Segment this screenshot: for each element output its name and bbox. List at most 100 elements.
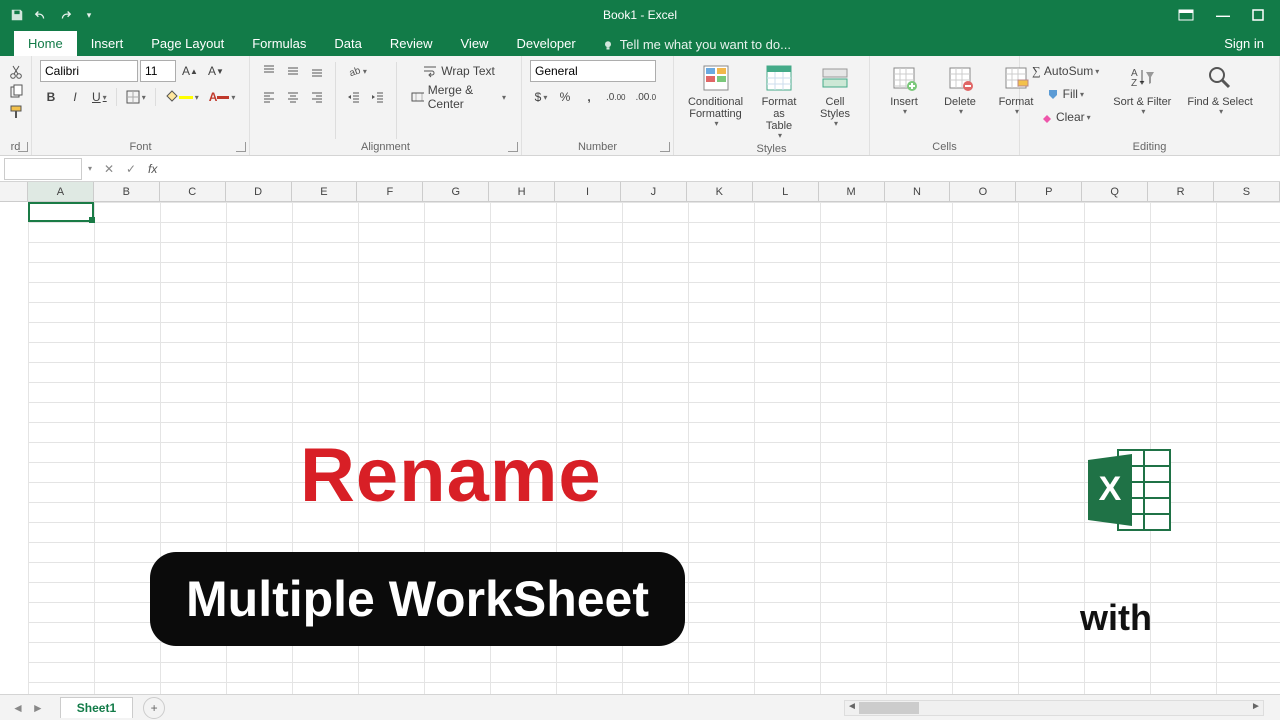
number-launcher-icon[interactable] (660, 142, 670, 152)
font-size-combo[interactable] (140, 60, 176, 82)
merge-center-button[interactable]: Merge & Center▾ (404, 86, 513, 108)
sign-in[interactable]: Sign in (1208, 31, 1280, 56)
format-as-table-button[interactable]: Format as Table▾ (753, 60, 805, 143)
col-header-B[interactable]: B (94, 182, 160, 201)
select-all-corner[interactable] (0, 182, 28, 201)
grow-font-icon[interactable]: A▲ (178, 60, 202, 82)
clear-button[interactable]: Clear▾ (1028, 106, 1103, 128)
new-sheet-button[interactable]: + (143, 697, 165, 719)
save-icon[interactable] (10, 8, 24, 22)
col-header-Q[interactable]: Q (1082, 182, 1148, 201)
copy-icon[interactable] (8, 84, 32, 100)
align-center-icon[interactable] (282, 86, 304, 108)
sheet-nav-prev-icon[interactable]: ◄ (12, 701, 24, 715)
name-box-dropdown-icon[interactable]: ▾ (88, 164, 92, 173)
tab-page-layout[interactable]: Page Layout (137, 31, 238, 56)
scroll-right-icon[interactable]: ► (1249, 701, 1263, 715)
col-header-M[interactable]: M (819, 182, 885, 201)
italic-button[interactable]: I (64, 86, 86, 108)
cell-styles-icon (819, 62, 851, 94)
align-right-icon[interactable] (306, 86, 328, 108)
maximize-icon[interactable] (1252, 9, 1264, 21)
insert-button[interactable]: Insert▾ (878, 60, 930, 119)
delete-button[interactable]: Delete▾ (934, 60, 986, 119)
number-format-combo[interactable] (530, 60, 656, 82)
decrease-decimal-icon[interactable]: .00.0 (631, 86, 660, 108)
wrap-text-button[interactable]: Wrap Text (404, 60, 513, 82)
col-header-I[interactable]: I (555, 182, 621, 201)
formula-input[interactable] (163, 158, 1280, 180)
col-header-L[interactable]: L (753, 182, 819, 201)
increase-decimal-icon[interactable]: .0.00 (602, 86, 629, 108)
fill-color-icon[interactable]: ▾ (161, 86, 203, 108)
alignment-launcher-icon[interactable] (508, 142, 518, 152)
increase-indent-icon[interactable] (367, 86, 389, 108)
accounting-icon[interactable]: $▾ (530, 86, 552, 108)
sheet-nav-next-icon[interactable]: ► (32, 701, 44, 715)
conditional-formatting-button[interactable]: Conditional Formatting▾ (682, 60, 749, 131)
scrollbar-thumb[interactable] (859, 702, 919, 714)
borders-icon[interactable]: ▾ (122, 86, 150, 108)
cells-area[interactable] (28, 202, 1280, 694)
cancel-formula-icon[interactable]: ✕ (98, 158, 120, 180)
col-header-H[interactable]: H (489, 182, 555, 201)
tab-insert[interactable]: Insert (77, 31, 138, 56)
percent-icon[interactable]: % (554, 86, 576, 108)
col-header-G[interactable]: G (423, 182, 489, 201)
col-header-S[interactable]: S (1214, 182, 1280, 201)
align-top-icon[interactable] (258, 60, 280, 82)
shrink-font-icon[interactable]: A▼ (204, 60, 228, 82)
font-name-combo[interactable] (40, 60, 138, 82)
autosum-button[interactable]: ∑ AutoSum▾ (1028, 60, 1103, 82)
comma-icon[interactable]: , (578, 86, 600, 108)
col-header-A[interactable]: A (28, 182, 94, 201)
format-painter-icon[interactable] (8, 104, 32, 120)
ribbon-options-icon[interactable] (1178, 9, 1194, 21)
cut-icon[interactable] (8, 64, 32, 80)
sheet-tab-sheet1[interactable]: Sheet1 (60, 697, 133, 718)
tab-formulas[interactable]: Formulas (238, 31, 320, 56)
find-select-button[interactable]: Find & Select▾ (1181, 60, 1258, 119)
name-box[interactable] (4, 158, 82, 180)
minimize-icon[interactable]: — (1216, 7, 1230, 23)
fx-icon[interactable]: fx (148, 162, 157, 176)
tell-me[interactable]: Tell me what you want to do... (602, 37, 791, 56)
clipboard-launcher-icon[interactable] (18, 142, 28, 152)
cell-styles-button[interactable]: Cell Styles▾ (809, 60, 861, 131)
col-header-J[interactable]: J (621, 182, 687, 201)
font-launcher-icon[interactable] (236, 142, 246, 152)
tab-view[interactable]: View (447, 31, 503, 56)
col-header-F[interactable]: F (357, 182, 423, 201)
insert-cells-icon (888, 62, 920, 94)
enter-formula-icon[interactable]: ✓ (120, 158, 142, 180)
tab-review[interactable]: Review (376, 31, 447, 56)
align-middle-icon[interactable] (282, 60, 304, 82)
bold-button[interactable]: B (40, 86, 62, 108)
ribbon-tabs: Home Insert Page Layout Formulas Data Re… (0, 30, 1280, 56)
align-bottom-icon[interactable] (306, 60, 328, 82)
tab-data[interactable]: Data (320, 31, 375, 56)
col-header-D[interactable]: D (226, 182, 292, 201)
group-label-alignment: Alignment (258, 141, 513, 153)
scroll-left-icon[interactable]: ◄ (845, 701, 859, 715)
redo-icon[interactable] (58, 8, 72, 22)
horizontal-scrollbar[interactable]: ◄ ► (844, 700, 1264, 716)
underline-button[interactable]: U▾ (88, 86, 111, 108)
decrease-indent-icon[interactable] (343, 86, 365, 108)
align-left-icon[interactable] (258, 86, 280, 108)
tab-developer[interactable]: Developer (502, 31, 589, 56)
col-header-E[interactable]: E (292, 182, 358, 201)
tab-home[interactable]: Home (14, 31, 77, 56)
undo-icon[interactable] (34, 8, 48, 22)
qat-dropdown-icon[interactable]: ▾ (82, 8, 96, 22)
fill-button[interactable]: Fill▾ (1028, 83, 1103, 105)
col-header-P[interactable]: P (1016, 182, 1082, 201)
font-color-icon[interactable]: A▾ (205, 86, 240, 108)
col-header-K[interactable]: K (687, 182, 753, 201)
col-header-O[interactable]: O (950, 182, 1016, 201)
sort-filter-button[interactable]: AZ Sort & Filter▾ (1107, 60, 1177, 119)
col-header-C[interactable]: C (160, 182, 226, 201)
orientation-icon[interactable]: ab▾ (343, 60, 371, 82)
col-header-R[interactable]: R (1148, 182, 1214, 201)
col-header-N[interactable]: N (885, 182, 951, 201)
